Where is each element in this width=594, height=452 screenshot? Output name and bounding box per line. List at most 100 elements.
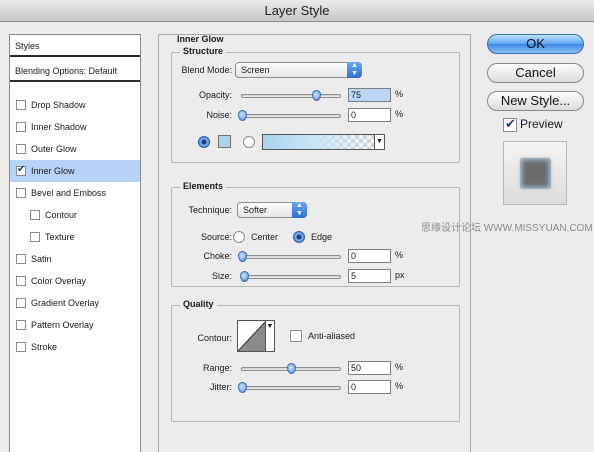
opacity-input[interactable]: 75 — [348, 88, 391, 102]
style-item-label: Drop Shadow — [31, 100, 86, 110]
styles-header[interactable]: Styles — [10, 35, 140, 57]
range-slider-thumb[interactable] — [287, 363, 296, 374]
style-item-gradient-overlay[interactable]: Gradient Overlay — [10, 292, 140, 314]
anti-aliased-checkbox[interactable] — [290, 330, 302, 342]
gradient-radio[interactable] — [243, 136, 255, 148]
noise-slider[interactable] — [238, 110, 341, 121]
size-label: Size: — [211, 271, 232, 281]
jitter-unit: % — [395, 381, 404, 391]
noise-slider-thumb[interactable] — [238, 110, 247, 121]
jitter-input[interactable]: 0 — [348, 380, 391, 394]
contour-label: Contour: — [197, 333, 232, 343]
style-checkbox[interactable] — [30, 210, 40, 220]
size-input[interactable]: 5 — [348, 269, 391, 283]
style-checkbox[interactable] — [16, 298, 26, 308]
style-checkbox[interactable] — [16, 122, 26, 132]
style-item-color-overlay[interactable]: Color Overlay — [10, 270, 140, 292]
style-item-stroke[interactable]: Stroke — [10, 336, 140, 358]
style-item-label: Inner Shadow — [31, 122, 87, 132]
technique-label: Technique: — [188, 205, 232, 215]
choke-slider[interactable] — [238, 251, 341, 262]
anti-aliased-label: Anti-aliased — [308, 331, 356, 341]
style-item-label: Outer Glow — [31, 144, 77, 154]
style-item-outer-glow[interactable]: Outer Glow — [10, 138, 140, 160]
blend-mode-value: Screen — [241, 65, 270, 75]
style-item-drop-shadow[interactable]: Drop Shadow — [10, 94, 140, 116]
glow-gradient-picker[interactable]: ▼ — [262, 134, 385, 150]
range-unit: % — [395, 362, 404, 372]
style-item-label: Stroke — [31, 342, 58, 352]
quality-group: Quality Contour: ▼ Anti-aliased Range: 5… — [171, 299, 460, 422]
dropdown-arrow-icon: ▼ — [374, 135, 384, 149]
style-item-label: Inner Glow — [31, 166, 75, 176]
source-edge-radio[interactable] — [293, 231, 305, 243]
contour-picker[interactable]: ▼ — [237, 320, 275, 352]
choke-unit: % — [395, 250, 404, 260]
styles-list: Styles Blending Options: Default Drop Sh… — [9, 34, 141, 452]
range-input[interactable]: 50 — [348, 361, 391, 375]
watermark: 思缘设计论坛 WWW.MISSYUAN.COM — [421, 223, 593, 234]
noise-unit: % — [395, 109, 404, 119]
source-edge-label: Edge — [311, 232, 333, 242]
dialog-body: Styles Blending Options: Default Drop Sh… — [0, 23, 594, 452]
preview-checkbox[interactable] — [503, 116, 517, 132]
style-item-label: Color Overlay — [31, 276, 87, 286]
choke-input[interactable]: 0 — [348, 249, 391, 263]
style-item-inner-shadow[interactable]: Inner Shadow — [10, 116, 140, 138]
noise-label: Noise: — [206, 110, 232, 120]
style-checkbox[interactable] — [16, 164, 26, 176]
style-preview — [503, 141, 567, 205]
style-item-inner-glow[interactable]: Inner Glow — [10, 160, 140, 182]
linear-contour-icon — [238, 321, 266, 351]
updown-arrows-icon: ▲ ▼ — [347, 62, 362, 78]
style-checkbox[interactable] — [16, 144, 26, 154]
opacity-label: Opacity: — [198, 90, 232, 100]
solid-color-radio[interactable] — [198, 136, 210, 148]
choke-label: Choke: — [203, 251, 232, 261]
ok-button[interactable]: OK — [487, 34, 584, 54]
style-checkbox[interactable] — [30, 232, 40, 242]
jitter-slider-thumb[interactable] — [238, 382, 247, 393]
style-item-texture[interactable]: Texture — [10, 226, 140, 248]
style-item-label: Contour — [45, 210, 78, 220]
style-item-bevel-and-emboss[interactable]: Bevel and Emboss — [10, 182, 140, 204]
technique-select[interactable]: Softer ▲ ▼ — [237, 202, 307, 218]
structure-title: Structure — [180, 46, 227, 56]
new-style-button[interactable]: New Style... — [487, 91, 584, 111]
source-center-radio[interactable] — [233, 231, 245, 243]
jitter-slider[interactable] — [238, 382, 341, 393]
panel-title: Inner Glow — [177, 34, 224, 44]
style-item-label: Satin — [31, 254, 52, 264]
style-checkbox[interactable] — [16, 254, 26, 264]
blending-options-item[interactable]: Blending Options: Default — [10, 60, 140, 82]
style-checkbox[interactable] — [16, 320, 26, 330]
updown-arrows-icon: ▲ ▼ — [292, 202, 307, 218]
source-center-label: Center — [251, 232, 279, 242]
style-item-pattern-overlay[interactable]: Pattern Overlay — [10, 314, 140, 336]
size-slider[interactable] — [239, 271, 341, 282]
opacity-slider[interactable] — [241, 90, 341, 101]
style-checkbox[interactable] — [16, 188, 26, 198]
opacity-unit: % — [395, 89, 404, 99]
source-label: Source: — [200, 232, 232, 242]
glow-color-swatch[interactable] — [218, 135, 231, 148]
choke-slider-thumb[interactable] — [238, 251, 247, 262]
technique-value: Softer — [243, 205, 268, 215]
style-item-satin[interactable]: Satin — [10, 248, 140, 270]
jitter-label: Jitter: — [209, 382, 232, 392]
opacity-slider-thumb[interactable] — [311, 90, 321, 101]
range-slider[interactable] — [241, 363, 341, 374]
dropdown-arrow-icon: ▼ — [265, 321, 274, 351]
range-label: Range: — [202, 363, 232, 373]
style-item-contour[interactable]: Contour — [10, 204, 140, 226]
style-checkbox[interactable] — [16, 276, 26, 286]
elements-group: Elements Technique: Softer ▲ ▼ Source: Ce… — [171, 181, 460, 287]
style-checkbox[interactable] — [16, 100, 26, 110]
size-unit: px — [395, 270, 405, 280]
blend-mode-select[interactable]: Screen ▲ ▼ — [235, 62, 362, 78]
preview-swatch — [520, 158, 551, 189]
cancel-button[interactable]: Cancel — [487, 63, 584, 83]
style-checkbox[interactable] — [16, 342, 26, 352]
size-slider-thumb[interactable] — [239, 271, 249, 282]
noise-input[interactable]: 0 — [348, 108, 391, 122]
